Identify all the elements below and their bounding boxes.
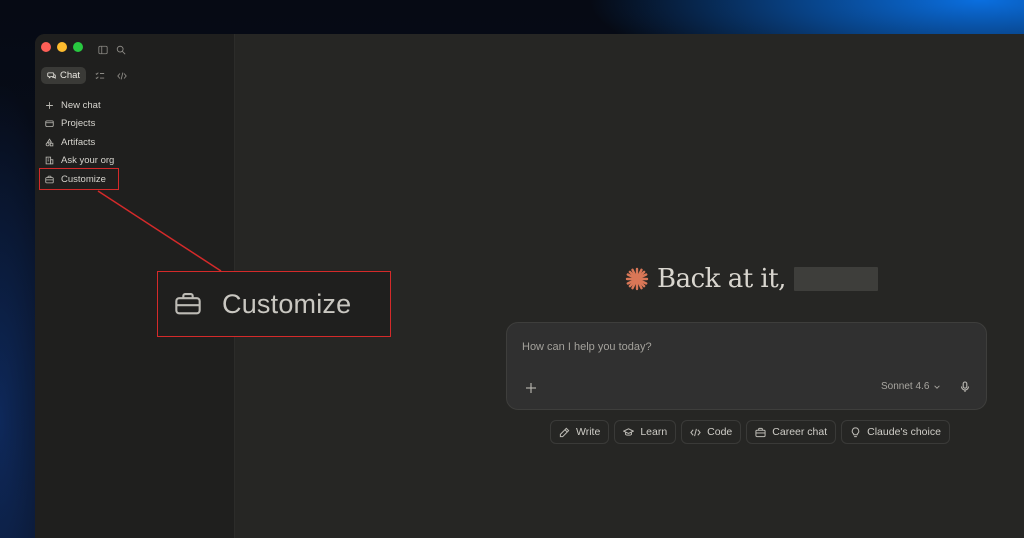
add-attachment-button[interactable] — [523, 380, 539, 396]
mode-tabs: Chat — [41, 67, 130, 84]
tab-chat-label: Chat — [60, 70, 81, 81]
greeting-text: Back at it, — [657, 264, 786, 294]
chip-label: Write — [576, 426, 601, 438]
greeting: Back at it, — [625, 262, 878, 296]
briefcase-icon — [755, 427, 766, 437]
sidebar-item-label: Artifacts — [61, 136, 96, 148]
maximize-window-button[interactable] — [73, 42, 83, 52]
minimize-window-button[interactable] — [57, 42, 67, 52]
chip-career-chat[interactable]: Career chat — [746, 420, 837, 444]
tab-code[interactable] — [114, 68, 130, 84]
chip-label: Claude's choice — [867, 426, 941, 438]
message-input[interactable] — [522, 341, 962, 353]
sidebar-item-label: New chat — [61, 99, 101, 111]
model-selector[interactable]: Sonnet 4.6 — [881, 381, 941, 392]
composer: Sonnet 4.6 — [506, 322, 987, 410]
graduation-cap-icon — [623, 427, 635, 436]
chip-label: Code — [707, 426, 733, 438]
chip-code[interactable]: Code — [681, 420, 742, 444]
model-name: Sonnet 4.6 — [881, 381, 930, 392]
customize-highlight-box — [39, 168, 119, 190]
chip-learn[interactable]: Learn — [614, 420, 677, 444]
sidebar-toggle-icon[interactable] — [98, 42, 108, 60]
search-icon[interactable] — [116, 42, 126, 60]
shapes-icon — [45, 138, 54, 147]
lightbulb-icon — [851, 426, 860, 437]
claude-spark-icon — [625, 267, 649, 291]
chip-label: Learn — [640, 426, 668, 438]
window-controls — [41, 42, 83, 52]
folder-icon — [45, 120, 54, 128]
plus-icon — [526, 383, 536, 393]
tab-chat[interactable]: Chat — [41, 67, 87, 84]
building-icon — [45, 156, 54, 165]
sidebar-item-label: Projects — [61, 118, 96, 130]
chip-write[interactable]: Write — [550, 420, 610, 444]
sidebar-top-icons — [98, 42, 126, 60]
briefcase-icon — [175, 293, 201, 315]
tab-tasks[interactable] — [92, 68, 108, 84]
sidebar-item-new-chat[interactable]: New chat — [45, 96, 114, 115]
sidebar-item-artifacts[interactable]: Artifacts — [45, 133, 114, 152]
checklist-icon — [95, 71, 105, 79]
chat-bubble-icon — [47, 72, 56, 79]
chip-label: Career chat — [772, 426, 828, 438]
microphone-icon — [960, 381, 970, 392]
suggestion-chips: Write Learn Code Career chat Claude's ch… — [550, 420, 950, 444]
redacted-username — [793, 267, 878, 291]
chip-claudes-choice[interactable]: Claude's choice — [841, 420, 950, 444]
plus-icon — [46, 101, 53, 109]
sidebar-item-projects[interactable]: Projects — [45, 115, 114, 134]
code-icon — [117, 72, 127, 79]
pencil-icon — [559, 427, 570, 437]
close-window-button[interactable] — [41, 42, 51, 52]
callout-label: Customize — [222, 288, 352, 319]
sidebar-item-label: Ask your org — [61, 155, 115, 167]
voice-input-button[interactable] — [957, 379, 973, 395]
chevron-down-icon — [934, 384, 941, 389]
customize-callout: Customize — [157, 271, 391, 337]
code-icon — [690, 428, 701, 436]
